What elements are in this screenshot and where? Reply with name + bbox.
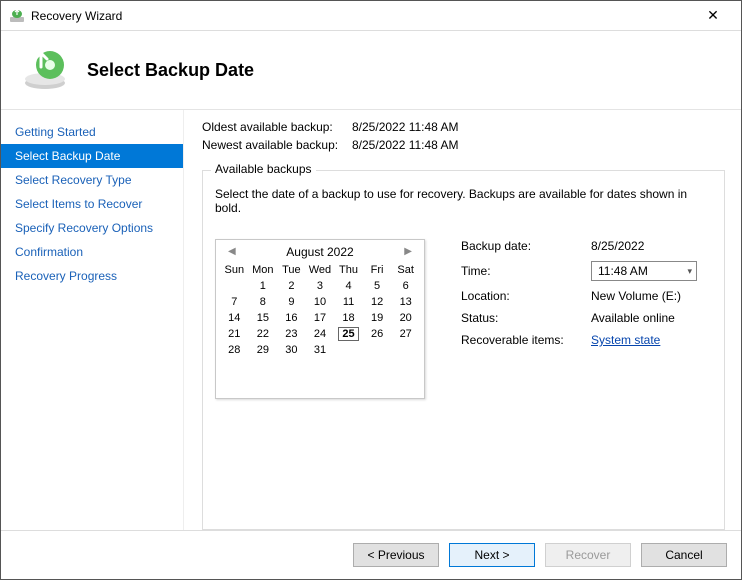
calendar-dow-cell: Sat [391, 262, 420, 278]
time-combobox[interactable]: 11:48 AM ▾ [591, 261, 697, 281]
cancel-button[interactable]: Cancel [641, 543, 727, 567]
available-backups-group: Available backups Select the date of a b… [202, 170, 725, 530]
calendar-dow-cell: Thu [334, 262, 363, 278]
calendar-week-row: 14151617181920 [220, 310, 420, 326]
calendar-dow-row: SunMonTueWedThuFriSat [220, 262, 420, 278]
calendar-day-cell[interactable]: 14 [220, 310, 249, 326]
calendar-body: 1234567891011121314151617181920212223242… [220, 278, 420, 358]
content-area: Getting Started Select Backup Date Selec… [1, 109, 741, 530]
calendar-day-cell[interactable]: 12 [363, 294, 392, 310]
calendar-day-cell[interactable]: 29 [249, 342, 278, 358]
wizard-footer: < Previous Next > Recover Cancel [1, 530, 741, 579]
calendar-day-cell[interactable]: 6 [391, 278, 420, 294]
calendar-day-cell[interactable]: 18 [334, 310, 363, 326]
calendar-day-cell[interactable]: 26 [363, 326, 392, 342]
calendar-title: August 2022 [286, 245, 353, 259]
oldest-backup-label: Oldest available backup: [202, 120, 352, 134]
calendar-day-cell[interactable]: 8 [249, 294, 278, 310]
calendar-day-cell[interactable]: 2 [277, 278, 306, 294]
window-title: Recovery Wizard [31, 9, 693, 23]
calendar-day-cell[interactable]: 10 [306, 294, 335, 310]
calendar-day-cell[interactable]: 5 [363, 278, 392, 294]
step-specify-recovery-options[interactable]: Specify Recovery Options [1, 216, 183, 240]
calendar-day-cell[interactable]: 30 [277, 342, 306, 358]
calendar-week-row: 123456 [220, 278, 420, 294]
calendar-week-row: 21222324252627 [220, 326, 420, 342]
step-select-recovery-type[interactable]: Select Recovery Type [1, 168, 183, 192]
calendar[interactable]: ◀ August 2022 ▶ SunMonTueWedThuFriSat 12… [215, 239, 425, 399]
calendar-day-cell [334, 342, 363, 358]
newest-backup-label: Newest available backup: [202, 138, 352, 152]
status-label: Status: [461, 311, 591, 325]
calendar-dow-cell: Wed [306, 262, 335, 278]
next-button[interactable]: Next > [449, 543, 535, 567]
calendar-day-cell[interactable]: 1 [249, 278, 278, 294]
step-select-backup-date[interactable]: Select Backup Date [1, 144, 183, 168]
page-heading: Select Backup Date [87, 60, 254, 81]
recoverable-items-link[interactable]: System state [591, 333, 660, 347]
calendar-day-cell[interactable]: 20 [391, 310, 420, 326]
calendar-day-cell [363, 342, 392, 358]
oldest-backup-value: 8/25/2022 11:48 AM [352, 120, 459, 134]
calendar-week-row: 78910111213 [220, 294, 420, 310]
close-button[interactable]: ✕ [693, 2, 733, 30]
chevron-down-icon: ▾ [687, 266, 692, 277]
wizard-steps-sidebar: Getting Started Select Backup Date Selec… [1, 110, 183, 530]
titlebar: Recovery Wizard ✕ [1, 1, 741, 31]
calendar-day-cell[interactable]: 24 [306, 326, 335, 342]
main-pane: Oldest available backup: 8/25/2022 11:48… [183, 110, 741, 530]
calendar-day-cell[interactable]: 22 [249, 326, 278, 342]
step-recovery-progress[interactable]: Recovery Progress [1, 264, 183, 288]
location-label: Location: [461, 289, 591, 303]
status-value: Available online [591, 311, 712, 325]
newest-backup-row: Newest available backup: 8/25/2022 11:48… [202, 138, 725, 152]
recoverable-items-label: Recoverable items: [461, 333, 591, 347]
calendar-week-row: 28293031 [220, 342, 420, 358]
calendar-day-cell[interactable]: 17 [306, 310, 335, 326]
calendar-dow-cell: Tue [277, 262, 306, 278]
calendar-day-cell[interactable]: 9 [277, 294, 306, 310]
calendar-prev-button[interactable]: ◀ [222, 244, 242, 259]
backup-date-value: 8/25/2022 [591, 239, 712, 253]
step-select-items-to-recover[interactable]: Select Items to Recover [1, 192, 183, 216]
calendar-day-cell[interactable]: 11 [334, 294, 363, 310]
calendar-day-cell[interactable]: 28 [220, 342, 249, 358]
calendar-day-cell [391, 342, 420, 358]
step-confirmation[interactable]: Confirmation [1, 240, 183, 264]
time-combobox-value: 11:48 AM [598, 264, 648, 278]
app-icon [9, 8, 25, 24]
calendar-day-cell[interactable]: 7 [220, 294, 249, 310]
wizard-header: Select Backup Date [1, 31, 741, 109]
calendar-day-cell[interactable]: 19 [363, 310, 392, 326]
oldest-backup-row: Oldest available backup: 8/25/2022 11:48… [202, 120, 725, 134]
step-getting-started[interactable]: Getting Started [1, 120, 183, 144]
calendar-day-cell[interactable]: 31 [306, 342, 335, 358]
calendar-dow-cell: Mon [249, 262, 278, 278]
wizard-icon [21, 43, 69, 91]
previous-button[interactable]: < Previous [353, 543, 439, 567]
time-label: Time: [461, 264, 591, 278]
calendar-day-cell [220, 278, 249, 294]
group-legend: Available backups [211, 162, 316, 176]
calendar-day-cell[interactable]: 27 [391, 326, 420, 342]
calendar-day-cell[interactable]: 25 [334, 326, 363, 342]
calendar-next-button[interactable]: ▶ [398, 244, 418, 259]
calendar-day-cell[interactable]: 21 [220, 326, 249, 342]
calendar-day-cell[interactable]: 4 [334, 278, 363, 294]
calendar-dow-cell: Sun [220, 262, 249, 278]
calendar-dow-cell: Fri [363, 262, 392, 278]
calendar-day-cell[interactable]: 23 [277, 326, 306, 342]
backup-date-label: Backup date: [461, 239, 591, 253]
calendar-day-cell[interactable]: 16 [277, 310, 306, 326]
location-value: New Volume (E:) [591, 289, 712, 303]
calendar-day-cell[interactable]: 3 [306, 278, 335, 294]
backup-details: Backup date: 8/25/2022 Time: 11:48 AM ▾ [461, 239, 712, 399]
calendar-day-cell[interactable]: 13 [391, 294, 420, 310]
recover-button: Recover [545, 543, 631, 567]
calendar-day-cell[interactable]: 15 [249, 310, 278, 326]
calendar-grid: SunMonTueWedThuFriSat 123456789101112131… [220, 262, 420, 358]
group-instructions: Select the date of a backup to use for r… [215, 187, 712, 215]
newest-backup-value: 8/25/2022 11:48 AM [352, 138, 459, 152]
